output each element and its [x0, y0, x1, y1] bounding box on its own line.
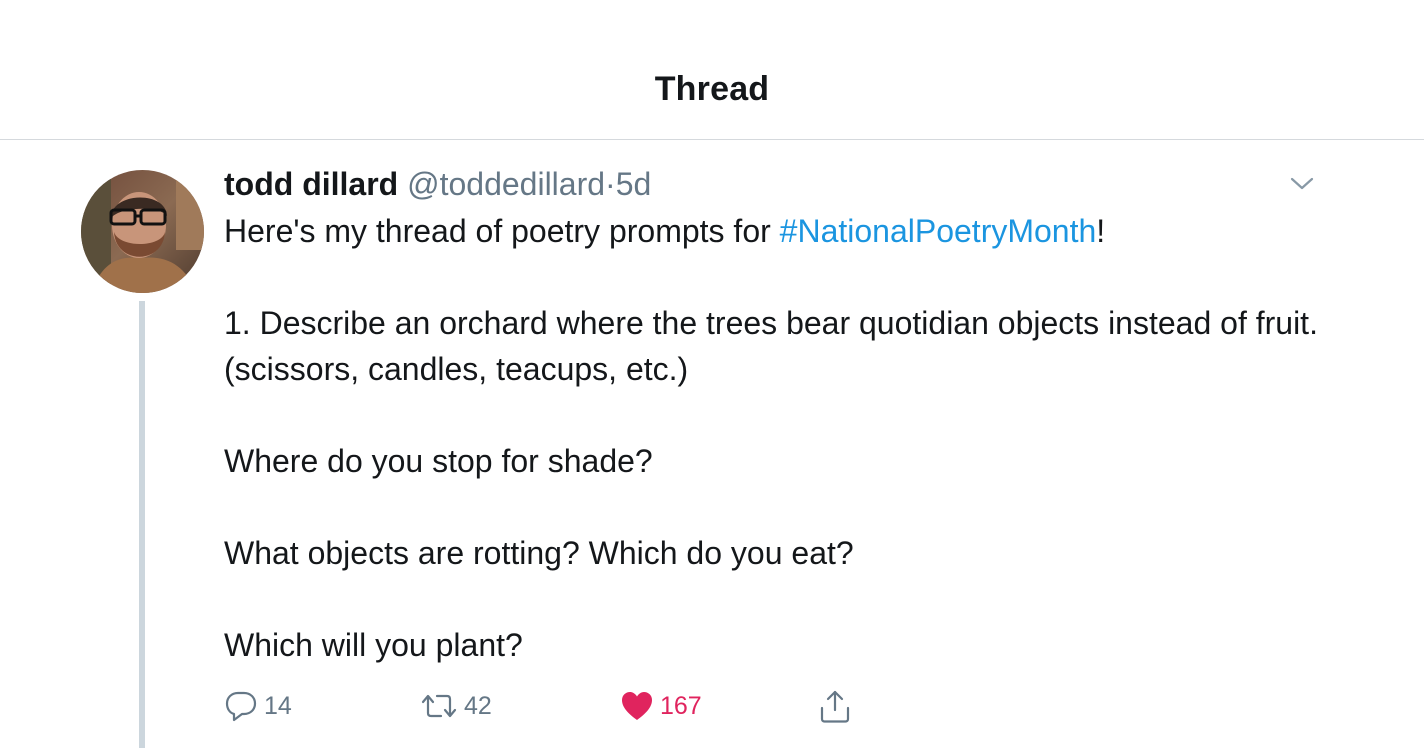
retweet-count: 42 [464, 691, 492, 720]
intro-text: Here's my thread of poetry prompts for [224, 213, 780, 249]
reply-icon [225, 691, 257, 722]
heart-icon [622, 692, 652, 720]
blank-line: ​ [224, 254, 1334, 300]
share-button[interactable] [818, 686, 852, 726]
blank-line: ​ [224, 576, 1334, 622]
like-count: 167 [660, 691, 702, 720]
retweet-icon [421, 694, 457, 718]
tweet-text: Here's my thread of poetry prompts for #… [224, 208, 1334, 668]
hashtag-link[interactable]: #NationalPoetryMonth [780, 213, 1097, 249]
page-title: Thread [654, 70, 770, 108]
share-icon [820, 690, 850, 723]
tweet-paragraph-1: 1. Describe an orchard where the trees b… [224, 305, 1327, 387]
thread-header: Thread [0, 0, 1424, 140]
reply-count: 14 [264, 691, 292, 720]
user-handle[interactable]: @toddedillard [407, 166, 605, 202]
thread-connector-line [139, 301, 145, 748]
tweet-paragraph-2: Where do you stop for shade? [224, 443, 653, 479]
tweet-author-line: todd dillard @toddedillard·5d [224, 163, 651, 205]
like-button[interactable]: 167 [620, 686, 702, 726]
retweet-button[interactable]: 42 [420, 686, 492, 726]
blank-line: ​ [224, 484, 1334, 530]
avatar-image [81, 170, 204, 293]
reply-button[interactable]: 14 [224, 686, 292, 726]
display-name[interactable]: todd dillard [224, 166, 398, 202]
tweet-actions: 14 42 167 [0, 686, 1424, 726]
avatar[interactable] [81, 170, 204, 293]
tweet-menu-button[interactable] [1288, 174, 1316, 194]
blank-line: ​ [224, 392, 1334, 438]
tweet-paragraph-3: What objects are rotting? Which do you e… [224, 535, 854, 571]
chevron-down-icon [1290, 177, 1314, 190]
tweet-paragraph-4: Which will you plant? [224, 627, 523, 663]
separator-dot: · [605, 166, 616, 202]
tweet-intro-line: Here's my thread of poetry prompts for #… [224, 208, 1334, 254]
intro-text-end: ! [1096, 213, 1106, 249]
timestamp[interactable]: 5d [616, 166, 652, 202]
